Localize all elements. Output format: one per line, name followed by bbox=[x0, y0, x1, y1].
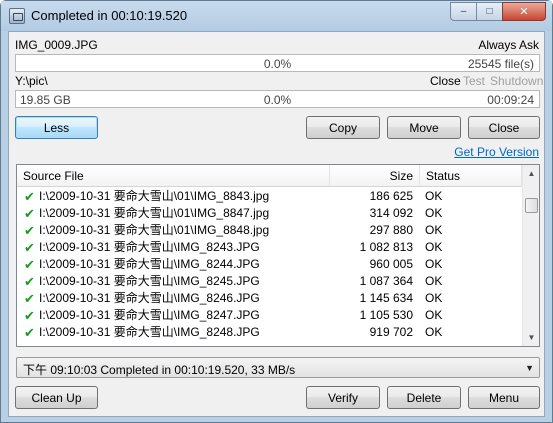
after-close-option[interactable]: Close bbox=[430, 74, 461, 88]
total-progress-bar: 19.85 GB 0.0% 00:09:24 bbox=[15, 90, 540, 108]
list-item-file: I:\2009-10-31 要命大雪山\IMG_8243.JPG bbox=[39, 240, 260, 254]
list-item-size: 186 625 bbox=[369, 189, 413, 203]
list-item[interactable]: ✔ I:\2009-10-31 要命大雪山\IMG_8245.JPG 1 087 3… bbox=[17, 273, 522, 290]
delete-button[interactable]: Delete bbox=[387, 386, 461, 409]
app-window: Completed in 00:10:19.520 ‒ □ ✕ IMG_0009… bbox=[0, 0, 553, 423]
list-item-file: I:\2009-10-31 要命大雪山\IMG_8248.JPG bbox=[39, 325, 260, 339]
scroll-down-icon[interactable]: ▼ bbox=[523, 329, 539, 346]
list-item[interactable]: ✔ I:\2009-10-31 要命大雪山\IMG_8244.JPG 960 005… bbox=[17, 256, 522, 273]
clean-up-button[interactable]: Clean Up bbox=[15, 386, 98, 409]
check-icon: ✔ bbox=[24, 206, 35, 221]
list-item-status: OK bbox=[425, 257, 443, 271]
close-icon: ✕ bbox=[519, 6, 529, 18]
list-item[interactable]: ✔ I:\2009-10-31 要命大雪山\IMG_8243.JPG 1 082 8… bbox=[17, 239, 522, 256]
check-icon: ✔ bbox=[24, 257, 35, 272]
dropdown-arrow-icon: ▼ bbox=[525, 363, 534, 373]
list-item[interactable]: ✔ I:\2009-10-31 要命大雪山\IMG_8248.JPG 919 702… bbox=[17, 324, 522, 341]
list-item-size: 1 105 530 bbox=[359, 308, 413, 322]
list-item-file: I:\2009-10-31 要命大雪山\01\IMG_8848.jpg bbox=[39, 223, 270, 237]
maximize-button[interactable]: □ bbox=[476, 2, 502, 21]
list-item-size: 1 145 634 bbox=[359, 291, 413, 305]
list-item-size: 960 005 bbox=[369, 257, 413, 271]
history-selected-value: 下午 09:10:03 Completed in 00:10:19.520, 3… bbox=[23, 363, 296, 377]
scroll-thumb[interactable] bbox=[525, 198, 538, 213]
list-item-size: 919 702 bbox=[369, 325, 413, 339]
check-icon: ✔ bbox=[24, 223, 35, 238]
list-rows: ✔ I:\2009-10-31 要命大雪山\01\IMG_8843.jpg 186 … bbox=[17, 188, 522, 341]
column-status[interactable]: Status bbox=[420, 165, 522, 187]
current-file-label: IMG_0009.JPG bbox=[15, 38, 98, 52]
total-percent: 0.0% bbox=[263, 93, 292, 107]
file-list[interactable]: Source File Size Status ✔ I:\2009-10-31 要… bbox=[16, 164, 540, 347]
after-shutdown-option[interactable]: Shutdown bbox=[490, 74, 543, 88]
list-item-status: OK bbox=[425, 223, 443, 237]
close-window-button[interactable]: ✕ bbox=[502, 2, 546, 21]
title-bar[interactable]: Completed in 00:10:19.520 ‒ □ ✕ bbox=[1, 1, 552, 31]
list-item[interactable]: ✔ I:\2009-10-31 要命大雪山\01\IMG_8843.jpg 186 … bbox=[17, 188, 522, 205]
scroll-up-icon[interactable]: ▲ bbox=[523, 165, 539, 182]
list-item-status: OK bbox=[425, 240, 443, 254]
source-percent: 0.0% bbox=[263, 57, 292, 71]
list-item-file: I:\2009-10-31 要命大雪山\IMG_8244.JPG bbox=[39, 257, 260, 271]
get-pro-version-link[interactable]: Get Pro Version bbox=[454, 145, 539, 159]
check-icon: ✔ bbox=[24, 325, 35, 340]
minimize-button[interactable]: ‒ bbox=[450, 2, 476, 21]
list-item-file: I:\2009-10-31 要命大雪山\IMG_8247.JPG bbox=[39, 308, 260, 322]
list-item-file: I:\2009-10-31 要命大雪山\01\IMG_8847.jpg bbox=[39, 206, 270, 220]
list-item[interactable]: ✔ I:\2009-10-31 要命大雪山\IMG_8246.JPG 1 145 6… bbox=[17, 290, 522, 307]
source-progress-bar: 0.0% 25545 file(s) bbox=[15, 54, 540, 72]
list-item-size: 297 880 bbox=[369, 223, 413, 237]
minimize-icon: ‒ bbox=[460, 6, 467, 17]
move-button[interactable]: Move bbox=[387, 116, 461, 139]
check-icon: ✔ bbox=[24, 291, 35, 306]
after-test-option[interactable]: Test bbox=[463, 74, 485, 88]
list-item-status: OK bbox=[425, 291, 443, 305]
column-source-file[interactable]: Source File bbox=[17, 165, 330, 187]
copy-button[interactable]: Copy bbox=[306, 116, 380, 139]
check-icon: ✔ bbox=[24, 240, 35, 255]
check-icon: ✔ bbox=[24, 308, 35, 323]
list-item-size: 1 087 364 bbox=[359, 274, 413, 288]
list-header: Source File Size Status bbox=[17, 165, 522, 187]
list-item-status: OK bbox=[425, 325, 443, 339]
list-item-status: OK bbox=[425, 308, 443, 322]
list-item[interactable]: ✔ I:\2009-10-31 要命大雪山\IMG_8247.JPG 1 105 5… bbox=[17, 307, 522, 324]
window-controls: ‒ □ ✕ bbox=[450, 2, 546, 21]
list-item-file: I:\2009-10-31 要命大雪山\01\IMG_8843.jpg bbox=[39, 189, 270, 203]
verify-button[interactable]: Verify bbox=[306, 386, 380, 409]
vertical-scrollbar[interactable]: ▲ ▼ bbox=[522, 165, 539, 346]
file-count: 25545 file(s) bbox=[467, 57, 534, 71]
remaining-time: 00:09:24 bbox=[487, 93, 534, 107]
list-item-status: OK bbox=[425, 274, 443, 288]
overwrite-mode-link[interactable]: Always Ask bbox=[478, 38, 539, 52]
window-title: Completed in 00:10:19.520 bbox=[31, 8, 188, 23]
list-item[interactable]: ✔ I:\2009-10-31 要命大雪山\01\IMG_8848.jpg 297 … bbox=[17, 222, 522, 239]
history-dropdown[interactable]: 下午 09:10:03 Completed in 00:10:19.520, 3… bbox=[16, 357, 540, 378]
check-icon: ✔ bbox=[24, 274, 35, 289]
list-item[interactable]: ✔ I:\2009-10-31 要命大雪山\01\IMG_8847.jpg 314 … bbox=[17, 205, 522, 222]
column-size[interactable]: Size bbox=[330, 165, 420, 187]
close-button[interactable]: Close bbox=[468, 116, 540, 139]
list-item-size: 314 092 bbox=[369, 206, 413, 220]
list-item-file: I:\2009-10-31 要命大雪山\IMG_8245.JPG bbox=[39, 274, 260, 288]
maximize-icon: □ bbox=[486, 6, 493, 17]
app-icon[interactable] bbox=[9, 8, 25, 24]
destination-path: Y:\pic\ bbox=[15, 74, 48, 88]
client-area: IMG_0009.JPG Always Ask 0.0% 25545 file(… bbox=[8, 31, 545, 417]
list-item-file: I:\2009-10-31 要命大雪山\IMG_8246.JPG bbox=[39, 291, 260, 305]
less-button[interactable]: Less bbox=[15, 116, 98, 139]
menu-button[interactable]: Menu bbox=[468, 386, 540, 409]
list-item-size: 1 082 813 bbox=[359, 240, 413, 254]
list-item-status: OK bbox=[425, 206, 443, 220]
check-icon: ✔ bbox=[24, 189, 35, 204]
list-item-status: OK bbox=[425, 189, 443, 203]
